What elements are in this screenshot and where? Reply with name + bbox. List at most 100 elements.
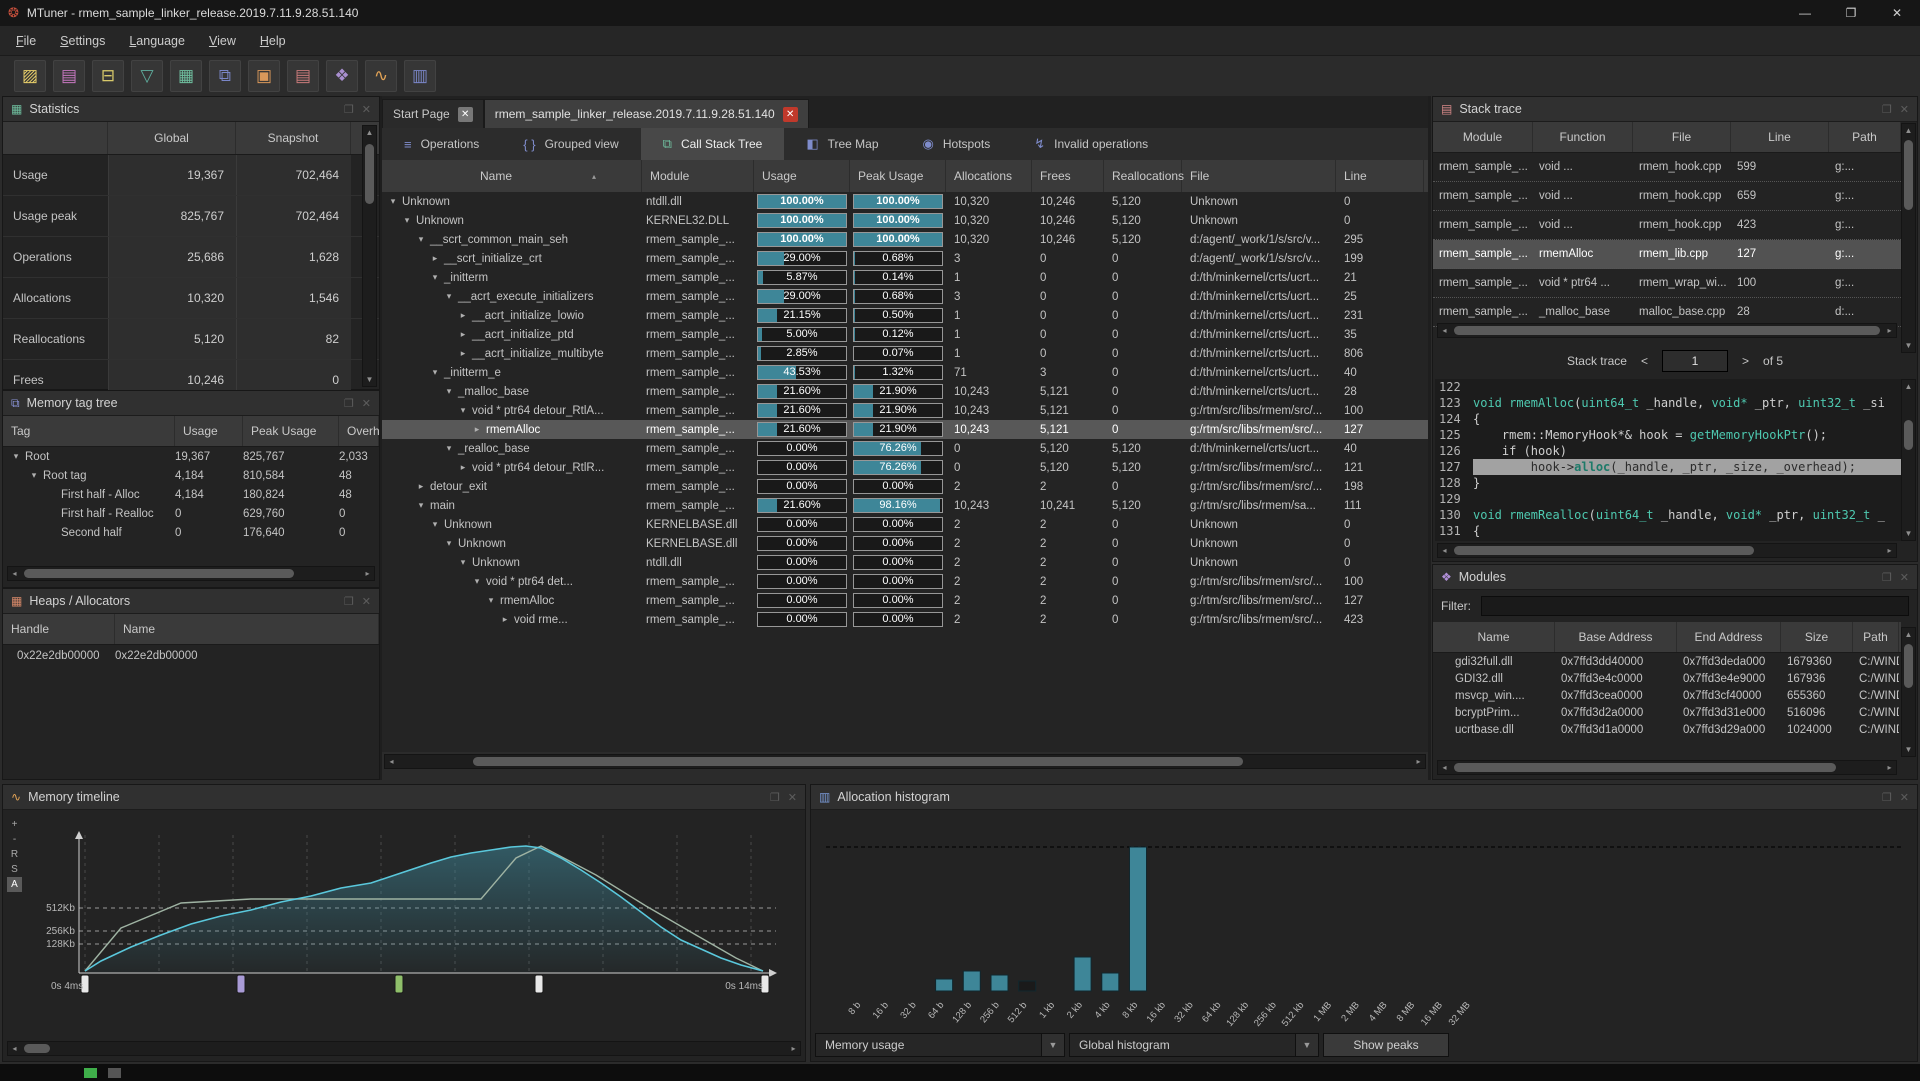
call-tree-row[interactable]: ▸__acrt_initialize_ptdrmem_sample_...5.0… xyxy=(382,325,1428,344)
global-histogram-combo[interactable]: Global histogram ▼ xyxy=(1069,1033,1319,1057)
call-tree-row[interactable]: ▾_inittermrmem_sample_...5.87%0.14%100d:… xyxy=(382,268,1428,287)
expander-icon[interactable]: ▾ xyxy=(416,234,426,245)
tab-close-icon[interactable]: ✕ xyxy=(458,107,473,122)
call-tree-row[interactable]: ▸__scrt_initialize_crtrmem_sample_...29.… xyxy=(382,249,1428,268)
expander-icon[interactable]: ▾ xyxy=(458,405,468,416)
stack-trace-vscrollbar[interactable]: ▲ ▼ xyxy=(1901,123,1916,353)
column-header-end-address[interactable]: End Address xyxy=(1677,622,1781,652)
call-tree-row[interactable]: ▾_malloc_basermem_sample_...21.60%21.90%… xyxy=(382,382,1428,401)
allocation-histogram-chart[interactable]: 8 b16 b32 b64 b128 b256 b512 b1 kb2 kb4 … xyxy=(811,811,1915,1031)
call-tree-row[interactable]: ▾__acrt_execute_initializersrmem_sample_… xyxy=(382,287,1428,306)
column-header-base-address[interactable]: Base Address xyxy=(1555,622,1677,652)
expander-icon[interactable]: ▸ xyxy=(500,614,510,625)
stack-trace-row[interactable]: rmem_sample_...rmemAllocrmem_lib.cpp127g… xyxy=(1433,240,1901,269)
close-icon[interactable]: ✕ xyxy=(788,791,797,804)
pager-next-button[interactable]: > xyxy=(1742,354,1749,368)
pager-page-input[interactable]: 1 xyxy=(1662,350,1728,372)
stack-trace-row[interactable]: rmem_sample_...void ...rmem_hook.cpp423g… xyxy=(1433,211,1901,240)
document-tab-1[interactable]: rmem_sample_linker_release.2019.7.11.9.2… xyxy=(484,99,809,128)
menu-item-language[interactable]: Language xyxy=(119,30,195,52)
call-tree-row[interactable]: ▸detour_exitrmem_sample_...0.00%0.00%220… xyxy=(382,477,1428,496)
stack-trace-row[interactable]: rmem_sample_...void ...rmem_hook.cpp599g… xyxy=(1433,153,1901,182)
expander-icon[interactable]: ▸ xyxy=(416,481,426,492)
call-tree-row[interactable]: ▾void * ptr64 det...rmem_sample_...0.00%… xyxy=(382,572,1428,591)
close-icon[interactable]: ✕ xyxy=(1900,103,1909,116)
code-hscrollbar[interactable]: ◂ ▸ xyxy=(1437,543,1897,558)
timeline-tool-+[interactable]: + xyxy=(7,817,22,832)
pager-prev-button[interactable]: < xyxy=(1641,354,1648,368)
expander-icon[interactable]: ▸ xyxy=(472,424,482,435)
group-view-button[interactable]: ⧉ xyxy=(209,60,241,92)
minimize-button[interactable]: — xyxy=(1782,0,1828,26)
layout-button[interactable]: ▤ xyxy=(287,60,319,92)
column-header-peak-usage[interactable]: Peak Usage xyxy=(850,160,946,192)
column-header-size[interactable]: Size xyxy=(1781,622,1853,652)
expander-icon[interactable]: ▸ xyxy=(458,310,468,321)
call-tree-row[interactable]: ▾Unknownntdll.dll100.00%100.00%10,32010,… xyxy=(382,192,1428,211)
column-header-usage[interactable]: Usage xyxy=(754,160,850,192)
call-tree-row[interactable]: ▸__acrt_initialize_multibytermem_sample_… xyxy=(382,344,1428,363)
close-icon[interactable]: ✕ xyxy=(1900,571,1909,584)
filter-button[interactable]: ▽ xyxy=(131,60,163,92)
column-header-tag[interactable]: Tag xyxy=(3,416,175,446)
module-row[interactable]: msvcp_win....0x7ffd3cea00000x7ffd3cf4000… xyxy=(1433,687,1901,704)
timeline-tool-s[interactable]: S xyxy=(7,862,22,877)
column-header-allocations[interactable]: Allocations xyxy=(946,160,1032,192)
expander-icon[interactable]: ▾ xyxy=(458,557,468,568)
column-header-usage[interactable]: Usage xyxy=(175,416,243,446)
column-header-name[interactable]: Name▴ xyxy=(382,160,642,192)
call-tree-row[interactable]: ▾UnknownKERNELBASE.dll0.00%0.00%220Unkno… xyxy=(382,534,1428,553)
source-code-view[interactable]: 122123void rmemAlloc(uint64_t _handle, v… xyxy=(1435,379,1901,541)
call-tree-row[interactable]: ▾void * ptr64 detour_RtlA...rmem_sample_… xyxy=(382,401,1428,420)
tag-tree-row[interactable]: Second half0176,6400 xyxy=(3,523,379,542)
timeline-hscrollbar[interactable]: ◂ ▸ xyxy=(7,1041,801,1056)
database-button[interactable]: ⊟ xyxy=(92,60,124,92)
tab-close-icon[interactable]: ✕ xyxy=(783,107,798,122)
modules-filter-input[interactable] xyxy=(1481,596,1909,616)
column-header-frees[interactable]: Frees xyxy=(1032,160,1104,192)
modules-hscrollbar[interactable]: ◂ ▸ xyxy=(1437,760,1897,775)
expander-icon[interactable]: ▾ xyxy=(11,451,21,462)
expander-icon[interactable]: ▾ xyxy=(486,595,496,606)
float-icon[interactable]: ❐ xyxy=(344,595,354,608)
taskbar-app-grey[interactable] xyxy=(108,1068,121,1078)
menu-item-view[interactable]: View xyxy=(199,30,246,52)
plugin-button[interactable]: ❖ xyxy=(326,60,358,92)
module-row[interactable]: bcryptPrim...0x7ffd3d2a00000x7ffd3d31e00… xyxy=(1433,704,1901,721)
column-header-path[interactable]: Path xyxy=(1853,622,1899,652)
menu-item-settings[interactable]: Settings xyxy=(50,30,115,52)
column-header-module[interactable]: Module xyxy=(642,160,754,192)
expander-icon[interactable]: ▾ xyxy=(444,291,454,302)
column-header-file[interactable]: File xyxy=(1633,122,1731,152)
call-tree-hscrollbar[interactable]: ◂ ▸ xyxy=(384,754,1426,769)
column-header-global[interactable]: Global xyxy=(108,122,236,154)
column-header-overhead[interactable]: Overh xyxy=(339,416,379,446)
expander-icon[interactable]: ▾ xyxy=(430,367,440,378)
document-button[interactable]: ▤ xyxy=(53,60,85,92)
show-peaks-button[interactable]: Show peaks xyxy=(1323,1033,1449,1057)
float-icon[interactable]: ❐ xyxy=(1882,791,1892,804)
column-header-handle[interactable]: Handle xyxy=(3,614,115,644)
table-view-button[interactable]: ▦ xyxy=(170,60,202,92)
tab-invalid-operations[interactable]: ↯Invalid operations xyxy=(1012,128,1170,160)
memory-timeline-chart[interactable]: 512Kb256Kb128Kb0s 4ms0s 14ms xyxy=(21,813,801,1013)
column-header-module[interactable]: Module xyxy=(1433,122,1533,152)
float-icon[interactable]: ❐ xyxy=(1882,571,1892,584)
maximize-button[interactable]: ❐ xyxy=(1828,0,1874,26)
expander-icon[interactable]: ▸ xyxy=(458,348,468,359)
tag-tree-row[interactable]: ▾Root tag4,184810,58448 xyxy=(3,466,379,485)
memory-usage-combo[interactable]: Memory usage ▼ xyxy=(815,1033,1065,1057)
module-row[interactable]: GDI32.dll0x7ffd3e4c00000x7ffd3e4e9000167… xyxy=(1433,670,1901,687)
column-header-snapshot[interactable]: Snapshot xyxy=(236,122,351,154)
chip-button[interactable]: ▣ xyxy=(248,60,280,92)
timeline-tool-r[interactable]: R xyxy=(7,847,22,862)
open-folder-button[interactable]: ▨ xyxy=(14,60,46,92)
tab-call-stack-tree[interactable]: ⧉Call Stack Tree xyxy=(641,128,785,160)
menu-item-help[interactable]: Help xyxy=(250,30,296,52)
close-button[interactable]: ✕ xyxy=(1874,0,1920,26)
menu-item-file[interactable]: File xyxy=(6,30,46,52)
expander-icon[interactable]: ▾ xyxy=(444,386,454,397)
call-tree-row[interactable]: ▾mainrmem_sample_...21.60%98.16%10,24310… xyxy=(382,496,1428,515)
expander-icon[interactable]: ▾ xyxy=(430,272,440,283)
call-tree-row[interactable]: ▾_realloc_basermem_sample_...0.00%76.26%… xyxy=(382,439,1428,458)
